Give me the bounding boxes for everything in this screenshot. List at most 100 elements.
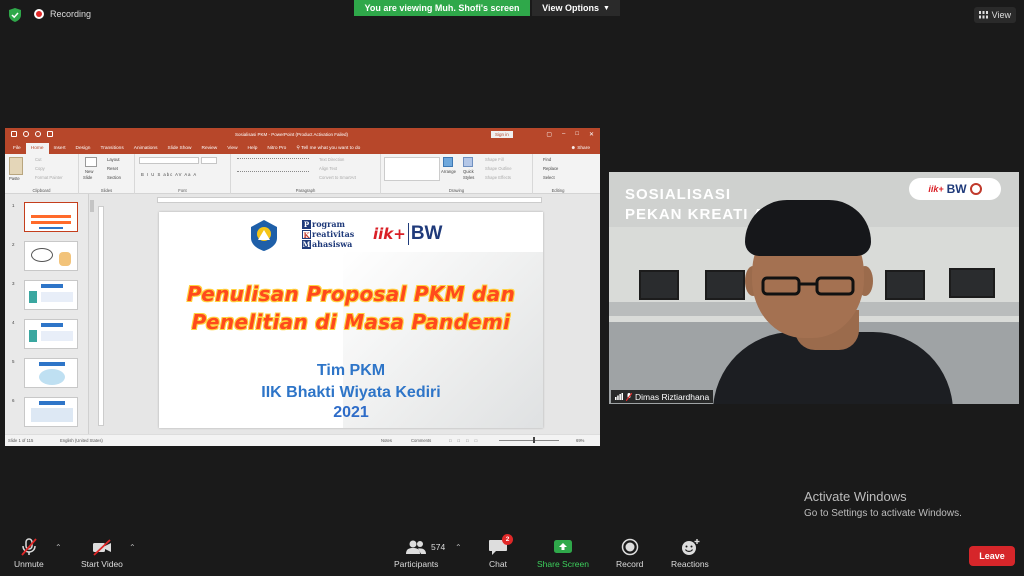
format-painter-button[interactable]: Format Painter <box>35 175 63 180</box>
zoom-meeting-window: Recording You are viewing Muh. Shofi's s… <box>0 0 1024 576</box>
record-button[interactable]: Record <box>616 538 643 569</box>
participant-name-tag: Dimas Riztiardhana <box>611 390 714 403</box>
tab-slide-show[interactable]: Slide Show <box>163 143 197 154</box>
record-icon <box>621 538 638 556</box>
zoom-slider-thumb[interactable] <box>533 437 535 443</box>
start-video-button[interactable]: Start Video <box>81 538 123 569</box>
minimize-icon[interactable]: – <box>562 131 565 138</box>
tab-insert[interactable]: Insert <box>49 143 71 154</box>
ppt-share-button[interactable]: ☻ Share <box>571 143 590 154</box>
reactions-button[interactable]: Reactions <box>671 538 709 569</box>
pkm-logo-letter-p: P <box>302 219 311 229</box>
shape-fill-button[interactable]: Shape Fill <box>485 157 504 162</box>
tab-home[interactable]: Home <box>25 143 49 154</box>
unmute-button[interactable]: Unmute <box>14 538 44 569</box>
shapes-gallery[interactable] <box>384 157 440 181</box>
video-badge-bw: BW <box>946 182 967 196</box>
comments-button[interactable]: Comments <box>411 438 431 443</box>
view-options-button[interactable]: View Options ▼ <box>532 0 620 16</box>
participant-video-tile[interactable]: SOSIALISASI PEKAN KREATI ASISWA iik+ BW <box>609 172 1019 404</box>
ribbon-display-icon[interactable]: ▢ <box>546 131 552 138</box>
new-slide-icon[interactable] <box>85 157 97 167</box>
thumbnail-number: 5 <box>12 359 15 364</box>
font-format-buttons[interactable]: B I U S abc AV Aa A <box>141 172 197 177</box>
quick-styles-icon[interactable] <box>463 157 473 167</box>
zoom-slider[interactable] <box>499 440 559 441</box>
signal-strength-icon <box>615 393 623 400</box>
slide-thumbnail[interactable]: 2 <box>9 241 85 271</box>
program-kreativitas-mahasiswa-logo: Program Kreativitas Mahasiswa <box>302 219 354 249</box>
shape-effects-button[interactable]: Shape Effects <box>485 175 511 180</box>
tab-nitro-pro[interactable]: Nitro Pro <box>262 143 291 154</box>
tab-review[interactable]: Review <box>197 143 223 154</box>
align-text-button[interactable]: Align Text <box>319 166 337 171</box>
start-slideshow-icon[interactable] <box>47 131 53 137</box>
view-button[interactable]: View <box>973 7 1016 23</box>
drawing-group-label: Drawing <box>448 188 465 193</box>
section-button[interactable]: Section <box>107 175 121 180</box>
logo-separator <box>407 223 409 245</box>
slide-thumbnail[interactable]: 3 <box>9 280 85 310</box>
audio-options-caret-icon[interactable]: ⌃ <box>55 543 62 552</box>
leave-meeting-button[interactable]: Leave <box>969 546 1015 566</box>
thumbnail-number: 1 <box>12 203 15 208</box>
shape-outline-button[interactable]: Shape Outline <box>485 166 512 171</box>
shared-powerpoint-window[interactable]: Sosialisasi PKM - PowerPoint (Product Ac… <box>5 128 600 446</box>
video-options-caret-icon[interactable]: ⌃ <box>129 543 136 552</box>
close-icon[interactable]: ✕ <box>589 131 594 138</box>
tell-me-search[interactable]: ⚲ Tell me what you want to do <box>291 143 365 154</box>
select-button[interactable]: Select <box>543 175 555 180</box>
save-icon[interactable] <box>11 131 17 137</box>
recording-indicator[interactable]: Recording <box>34 9 91 19</box>
slide-editor[interactable]: Program Kreativitas Mahasiswa iik+ BW Pe… <box>97 194 600 434</box>
undo-icon[interactable] <box>23 131 29 137</box>
thumbnail-number: 2 <box>12 242 15 247</box>
tab-help[interactable]: Help <box>243 143 263 154</box>
font-size-input[interactable] <box>201 157 217 164</box>
convert-smartart-button[interactable]: Convert to SmartArt <box>319 175 356 180</box>
slide-subtitle-institution: IIK Bhakti Wiyata Kediri <box>261 384 441 401</box>
ppt-title-bar: Sosialisasi PKM - PowerPoint (Product Ac… <box>5 128 600 142</box>
align-icons[interactable] <box>237 171 309 177</box>
reset-button[interactable]: Reset <box>107 166 118 171</box>
zoom-level[interactable]: 69% <box>576 438 584 443</box>
pkm-logo-letter-k: K <box>302 229 311 240</box>
slide-thumbnail[interactable]: 6 <box>9 397 85 427</box>
redo-icon[interactable] <box>35 131 41 137</box>
ribbon-group-font: B I U S abc AV Aa A Font <box>135 154 231 194</box>
cut-button[interactable]: Cut <box>35 157 42 162</box>
slide-thumbnail-pane[interactable]: 1 2 3 4 5 6 <box>5 194 89 434</box>
security-shield-icon[interactable] <box>9 8 21 22</box>
notes-button[interactable]: Notes <box>381 438 392 443</box>
share-screen-button[interactable]: Share Screen <box>537 538 589 569</box>
tab-view[interactable]: View <box>222 143 242 154</box>
quick-access-toolbar <box>11 131 53 137</box>
slide-thumbnail[interactable]: 5 <box>9 358 85 388</box>
activate-windows-heading: Activate Windows <box>804 489 907 504</box>
participants-options-caret-icon[interactable]: ⌃ <box>455 543 462 552</box>
arrange-icon[interactable] <box>443 157 453 167</box>
participant-count: 574 <box>431 542 446 552</box>
tab-design[interactable]: Design <box>71 143 96 154</box>
bullets-icons[interactable] <box>237 158 309 164</box>
copy-button[interactable]: Copy <box>35 166 45 171</box>
slide-thumbnail[interactable]: 1 <box>9 202 85 232</box>
thumbnail-preview <box>24 319 78 349</box>
maximize-icon[interactable]: □ <box>575 131 579 138</box>
replace-button[interactable]: Replace <box>543 166 558 171</box>
chat-button[interactable]: 2 Chat <box>487 534 513 569</box>
slide-thumbnail[interactable]: 4 <box>9 319 85 349</box>
paste-button[interactable] <box>9 157 23 175</box>
font-name-input[interactable] <box>139 157 199 164</box>
thumbnail-scrollbar[interactable] <box>89 198 95 430</box>
layout-button[interactable]: Layout <box>107 157 120 162</box>
text-direction-button[interactable]: Text Direction <box>319 157 344 162</box>
sign-in-button[interactable]: Sign in <box>491 131 513 138</box>
view-mode-buttons[interactable]: □□□□ <box>449 438 483 443</box>
current-slide[interactable]: Program Kreativitas Mahasiswa iik+ BW Pe… <box>159 212 543 428</box>
find-button[interactable]: Find <box>543 157 551 162</box>
tab-transitions[interactable]: Transitions <box>95 143 128 154</box>
language-status[interactable]: English (United States) <box>60 438 103 443</box>
tab-file[interactable]: File <box>8 143 26 154</box>
tab-animations[interactable]: Animations <box>129 143 163 154</box>
